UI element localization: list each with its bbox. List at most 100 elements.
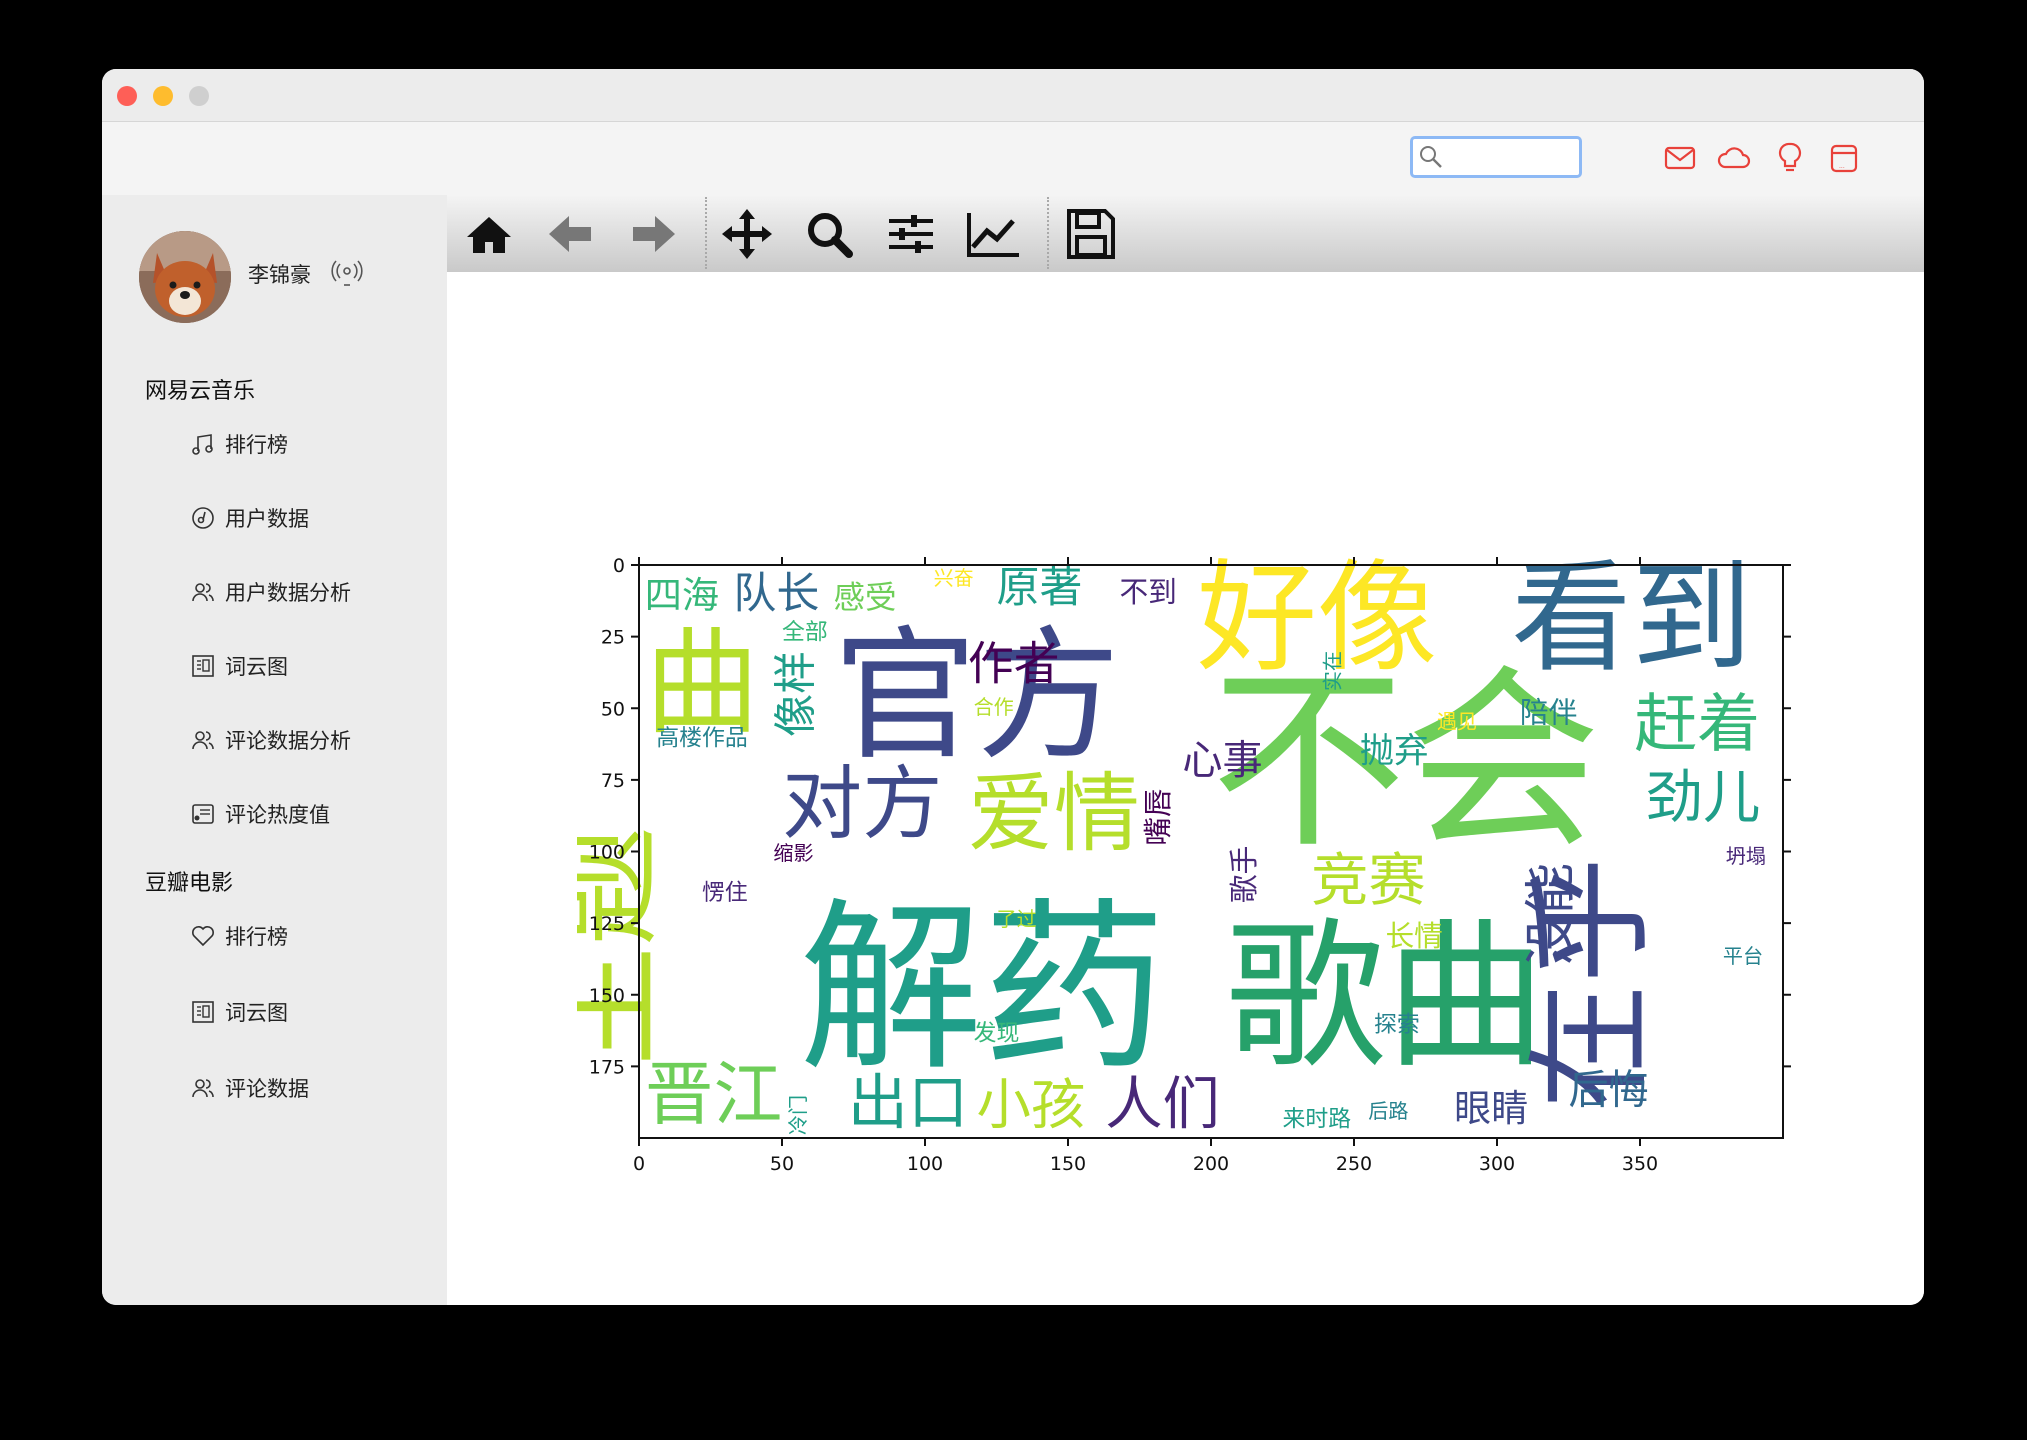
word-cloud-word: 平台 [1723,944,1763,968]
word-cloud-word: 赶着 [1634,688,1760,761]
x-tick-label: 250 [1336,1153,1372,1171]
cloud-icon[interactable] [1716,140,1752,176]
nav-item-label: 排行榜 [225,433,288,457]
dog-avatar-image [139,231,231,323]
zoom-icon[interactable] [799,205,859,263]
music-note-icon [192,434,213,455]
nav-item-comment-heat[interactable]: 评论热度值 [190,797,330,831]
word-cloud-word: 坍塌 [1726,844,1766,868]
users-icon [192,1079,214,1098]
word-cloud-word: 遇见 [1437,709,1477,733]
matplotlib-toolbar [447,195,1924,272]
home-icon[interactable] [459,205,519,263]
word-cloud-word: 了过 [997,907,1037,931]
word-cloud-word: 对方 [782,757,942,850]
nav-item-comment-analysis[interactable]: 评论数据分析 [190,723,351,757]
mail-icon[interactable] [1662,140,1698,176]
title-bar [102,69,1924,122]
x-tick-label: 300 [1479,1153,1515,1171]
nav-item-label: 词云图 [225,655,288,679]
nav-item-label: 评论热度值 [225,803,330,827]
nav-item-netease-ranking[interactable]: 排行榜 [190,427,288,461]
nav-item-douban-comments[interactable]: 评论数据 [190,1071,309,1105]
word-cloud-word: 小孩 [977,1074,1086,1137]
x-tick-label: 50 [770,1153,794,1171]
nav-item-user-data[interactable]: 用户数据 [190,501,309,535]
lightbulb-icon[interactable] [1772,140,1808,176]
configure-subplots-icon[interactable] [881,205,941,263]
x-tick-label: 200 [1193,1153,1229,1171]
word-cloud-plot: 不会解药 歌曲官方 好像 看到曲主题 在乎爱情对方赶着劲儿四海 队长 感受 原著 不到兴奋作者像… [577,551,1791,1171]
word-cloud-word: 歌手 [1227,846,1261,903]
word-cloud-word: 作者 [968,637,1060,691]
svg-text:...: ... [1839,163,1845,170]
word-cloud-word: 发现 [974,1021,1020,1047]
x-tick-label: 350 [1622,1153,1658,1171]
word-cloud-word: 缩影 [773,841,813,865]
x-tick-label: 0 [633,1153,645,1171]
forward-arrow-icon[interactable] [623,205,683,263]
heat-card-icon [192,804,214,824]
radio-signal-icon [331,260,363,286]
section-title-douban: 豆瓣电影 [145,871,234,896]
back-arrow-icon[interactable] [541,205,601,263]
users-icon [192,731,214,750]
toolbar-separator [1047,197,1049,269]
word-cloud-word: 四海 [645,573,719,617]
word-cloud-words: 不会解药 歌曲官方 好像 看到曲主题 在乎爱情对方赶着劲儿四海 队长 感受 原著 不到兴奋作者像… [577,551,1766,1139]
word-cloud-word: 竞赛 [1311,847,1426,914]
nav-item-word-cloud[interactable]: 词云图 [190,649,288,683]
nav-item-douban-word-cloud[interactable]: 词云图 [190,995,288,1029]
pan-icon[interactable] [717,205,777,263]
word-cloud-word: 冷门 [786,1095,810,1135]
y-tick-label: 150 [589,985,625,1007]
word-cloud-word: 高楼作品 [656,726,748,752]
app-window: ... 李锦豪 网易云音乐 排行榜 用户数据 用户数据分析 词云图 评论数据分析… [102,69,1924,1305]
word-cloud-word: 劲儿 [1646,764,1761,831]
word-cloud-word: 没能 [1522,863,1582,966]
nav-item-label: 评论数据分析 [225,729,351,753]
word-cloud-word: 嘴唇 [1141,788,1175,845]
word-cloud-word: 实在 [1321,651,1345,691]
word-cloud-word: 愣住 [702,880,748,906]
zoom-window-button[interactable] [189,86,209,106]
minimize-window-button[interactable] [153,86,173,106]
nav-item-label: 用户数据 [225,507,309,531]
word-cloud-icon [192,655,214,677]
close-window-button[interactable] [117,86,137,106]
word-cloud-word: 后悔 [1569,1068,1649,1114]
word-cloud-word: 全部 [782,620,828,646]
nav-item-label: 用户数据分析 [225,581,351,605]
y-tick-label: 25 [601,627,625,649]
word-cloud-word: 晋江 [645,1055,783,1135]
avatar[interactable] [139,231,231,323]
word-cloud-word: 像样 [772,651,822,737]
nav-item-douban-ranking[interactable]: 排行榜 [190,919,288,953]
nav-item-label: 排行榜 [225,925,288,949]
edit-axis-icon[interactable] [963,205,1023,263]
word-cloud-word: 爱情 [968,764,1140,864]
y-tick-label: 100 [589,842,625,864]
word-cloud-word: 心事 [1182,738,1262,784]
save-icon[interactable] [1061,205,1121,263]
search-icon [1420,146,1442,168]
top-bar: ... [102,122,1924,195]
word-cloud-word: 队长 [733,569,819,619]
word-cloud-word: 人们 [1105,1071,1220,1138]
x-tick-label: 100 [907,1153,943,1171]
toolbar-separator [705,197,707,269]
y-tick-label: 175 [589,1056,625,1078]
search-input[interactable] [1447,145,1575,171]
clock-disc-icon [192,507,214,529]
word-cloud-word: 眼睛 [1454,1086,1528,1130]
heart-icon [192,926,214,947]
nav-item-label: 词云图 [225,1001,288,1025]
nav-item-user-data-analysis[interactable]: 用户数据分析 [190,575,351,609]
card-icon[interactable]: ... [1826,140,1862,176]
username: 李锦豪 [248,263,311,287]
word-cloud-word: 来时路 [1283,1107,1352,1133]
sidebar: 李锦豪 网易云音乐 排行榜 用户数据 用户数据分析 词云图 评论数据分析 评论热… [102,195,447,1305]
word-cloud-word: 陪伴 [1520,696,1577,730]
y-tick-label: 125 [589,913,625,935]
search-box[interactable] [1410,136,1582,178]
